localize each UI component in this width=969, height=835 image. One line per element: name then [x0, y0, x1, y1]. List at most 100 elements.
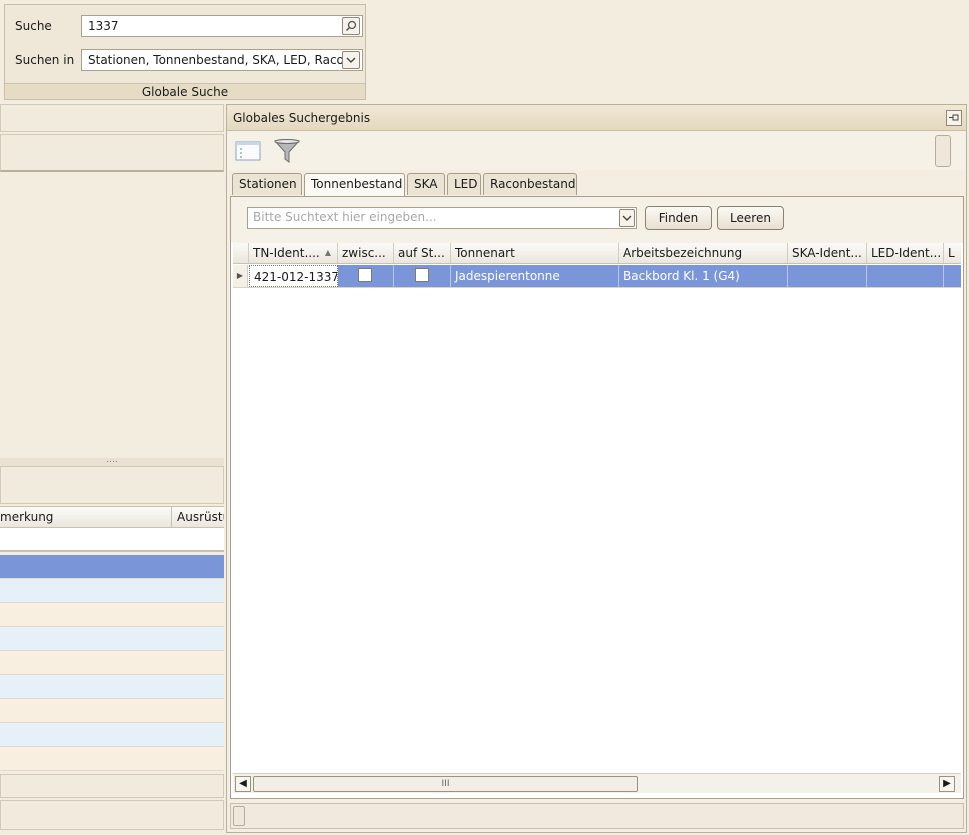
left-grid-header: merkung Ausrüstu: [0, 506, 224, 528]
column-header[interactable]: L: [944, 243, 961, 263]
magnifier-icon: [345, 20, 357, 32]
list-item[interactable]: [0, 603, 224, 627]
list-item[interactable]: [0, 651, 224, 675]
search-input-value: 1337: [88, 19, 119, 33]
chevron-down-icon: [622, 215, 632, 221]
row-indicator-icon[interactable]: ▶: [233, 265, 248, 287]
column-header-label: TN-Ident....: [253, 246, 320, 260]
clear-button[interactable]: Leeren: [717, 206, 784, 230]
result-status-strip: [230, 803, 964, 829]
table-cell[interactable]: 421-012-1337: [249, 265, 338, 287]
toolbar-overflow-handle[interactable]: [935, 135, 951, 167]
list-item[interactable]: [0, 723, 224, 747]
table-cell[interactable]: Jadespierentonne: [451, 265, 619, 287]
cell-value: 421-012-1337: [254, 270, 338, 284]
pin-panel-button[interactable]: [946, 110, 962, 126]
left-lower-header: [0, 466, 224, 504]
column-header-label: Arbeitsbezeichnung: [623, 246, 743, 260]
table-cell[interactable]: [944, 265, 961, 287]
column-header-label: L: [948, 246, 955, 260]
tab-led[interactable]: LED: [447, 173, 481, 195]
filter-history-dropdown[interactable]: [619, 209, 635, 227]
table-cell[interactable]: Backbord Kl. 1 (G4): [619, 265, 788, 287]
column-header-label: Tonnenart: [455, 246, 515, 260]
left-column-header[interactable]: merkung: [0, 507, 172, 527]
column-header[interactable]: TN-Ident.... ▲: [249, 243, 338, 263]
search-button[interactable]: [342, 17, 360, 35]
status-handle[interactable]: [233, 806, 245, 826]
left-grid-filter-row[interactable]: [0, 528, 224, 552]
column-header-label: SKA-Ident...: [792, 246, 862, 260]
cell-value: Jadespierentonne: [455, 269, 560, 283]
left-upper-area: [0, 174, 224, 458]
scroll-left-button[interactable]: ◀: [235, 776, 251, 792]
tab-tonnenbestand[interactable]: Tonnenbestand: [304, 173, 405, 196]
filter-bar: Bitte Suchtext hier eingeben... Finden L…: [231, 197, 963, 243]
table-cell[interactable]: [867, 265, 944, 287]
tab-ska[interactable]: SKA: [407, 173, 445, 195]
list-item[interactable]: [0, 555, 224, 579]
column-header[interactable]: auf St...: [394, 243, 451, 263]
tab-raconbestand[interactable]: Raconbestand: [483, 173, 577, 195]
find-button[interactable]: Finden: [645, 206, 712, 230]
chevron-left-icon: ◀: [239, 778, 247, 789]
filter-input[interactable]: Bitte Suchtext hier eingeben...: [247, 207, 637, 229]
tab-content: Bitte Suchtext hier eingeben... Finden L…: [230, 196, 964, 799]
chevron-down-icon: [346, 57, 356, 63]
chevron-right-icon: ▶: [943, 778, 951, 789]
search-in-dropdown-button[interactable]: [342, 51, 360, 69]
search-label: Suche: [15, 19, 52, 33]
search-in-label: Suchen in: [15, 53, 75, 67]
table-cell[interactable]: [394, 265, 451, 287]
panel-title: Globales Suchergebnis: [227, 105, 966, 131]
table-row[interactable]: ▶ 421-012-1337 Jadespierentonne Backbord Kl…: [233, 265, 961, 288]
result-grid: TN-Ident.... ▲ zwisc... auf St... Tonnenart A…: [233, 243, 961, 773]
checkbox[interactable]: [358, 268, 372, 282]
search-input[interactable]: 1337: [81, 15, 363, 37]
search-in-value: Stationen, Tonnenbestand, SKA, LED, Raco…: [88, 53, 356, 67]
search-result-panel: Globales Suchergebnis Stationen Tonnenbe…: [226, 104, 967, 833]
result-toolbar: [227, 132, 966, 170]
pin-icon: [949, 114, 959, 121]
row-indicator-header: [233, 243, 249, 263]
funnel-icon: [273, 139, 301, 163]
list-view-icon: [235, 141, 261, 161]
column-header-label: auf St...: [398, 246, 445, 260]
left-header-strip: [0, 134, 224, 172]
table-cell[interactable]: [338, 265, 394, 287]
scroll-thumb-grip: III: [441, 779, 450, 789]
list-item[interactable]: [0, 579, 224, 603]
global-search-footer: Globale Suche: [5, 83, 365, 99]
sort-ascending-icon: ▲: [324, 248, 331, 257]
splitter-handle[interactable]: ....: [0, 455, 224, 466]
scroll-thumb[interactable]: III: [253, 776, 638, 792]
filter-button[interactable]: [273, 137, 301, 165]
column-header[interactable]: LED-Ident...: [867, 243, 944, 263]
left-status-strip: [0, 774, 224, 798]
grid-header-row: TN-Ident.... ▲ zwisc... auf St... Tonnenart A…: [233, 243, 961, 264]
table-cell[interactable]: [788, 265, 867, 287]
list-item[interactable]: [0, 699, 224, 723]
column-header-label: zwisc...: [342, 246, 386, 260]
filter-input-placeholder: Bitte Suchtext hier eingeben...: [253, 210, 437, 224]
checkbox[interactable]: [415, 268, 429, 282]
list-item[interactable]: [0, 627, 224, 651]
left-column-header[interactable]: Ausrüstu: [177, 507, 224, 527]
column-chooser-button[interactable]: [235, 140, 261, 162]
column-header-label: LED-Ident...: [871, 246, 942, 260]
tab-stationen[interactable]: Stationen: [232, 173, 302, 195]
splitter-grip: ....: [106, 455, 118, 465]
cell-value: Backbord Kl. 1 (G4): [623, 269, 740, 283]
column-header[interactable]: Tonnenart: [451, 243, 619, 263]
search-in-select[interactable]: Stationen, Tonnenbestand, SKA, LED, Raco…: [81, 49, 363, 71]
scroll-right-button[interactable]: ▶: [939, 776, 955, 792]
left-bottom-strip: [0, 800, 224, 830]
column-header[interactable]: Arbeitsbezeichnung: [619, 243, 788, 263]
horizontal-scrollbar[interactable]: ◀ III ▶: [233, 773, 961, 793]
left-toolbar-strip: [0, 104, 224, 132]
column-header[interactable]: SKA-Ident...: [788, 243, 867, 263]
list-item[interactable]: [0, 747, 224, 771]
column-header[interactable]: zwisc...: [338, 243, 394, 263]
global-search-panel: Suche 1337 Suchen in Stationen, Tonnenbe…: [4, 4, 366, 100]
list-item[interactable]: [0, 675, 224, 699]
